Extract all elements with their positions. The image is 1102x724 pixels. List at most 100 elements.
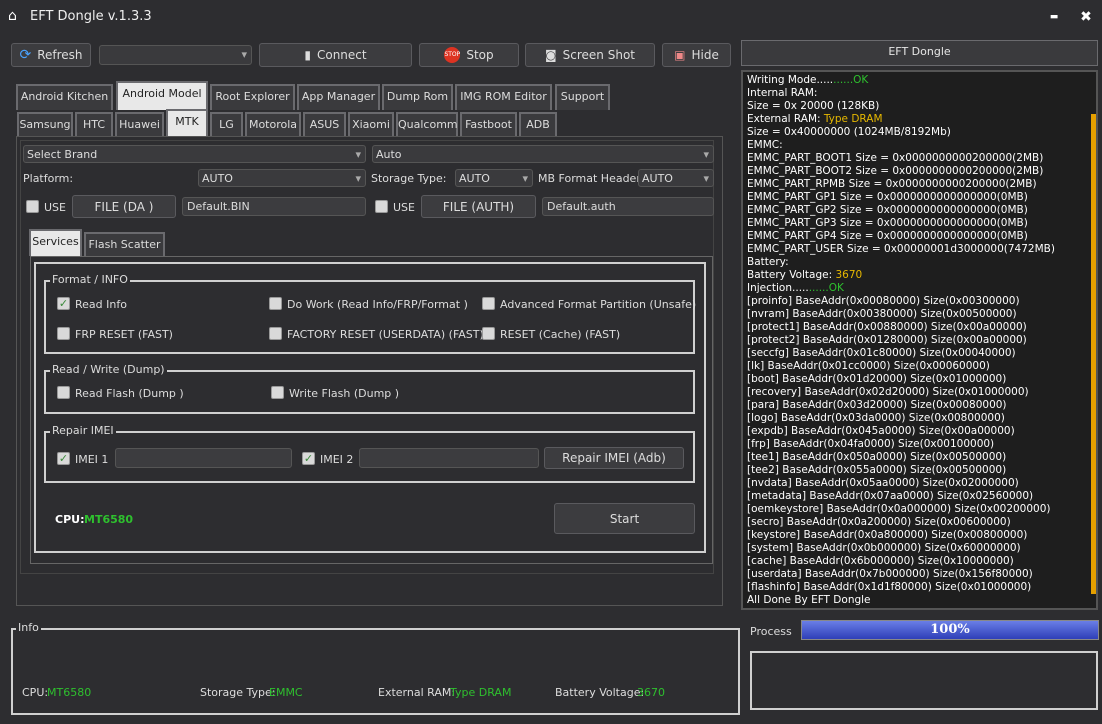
close-button[interactable]: ✖ — [1074, 6, 1098, 28]
progress-bar: 100% — [801, 620, 1099, 640]
refresh-button[interactable]: ⟳ Refresh — [11, 43, 91, 67]
reset-cache-checkbox[interactable] — [482, 327, 495, 340]
process-output — [750, 651, 1098, 710]
advanced-format-checkbox[interactable] — [482, 297, 495, 310]
log-text: [flashinfo] BaseAddr(0x1d1f80000) Size(0… — [747, 581, 1032, 593]
format-info-title: Format / INFO — [50, 273, 130, 286]
log-text: [system] BaseAddr(0x0b000000) Size(0x600… — [747, 542, 1021, 554]
imei1-checkbox[interactable]: ✓ — [57, 452, 70, 465]
brand-tab-mtk[interactable]: MTK — [166, 109, 208, 136]
frp-reset-checkbox[interactable] — [57, 327, 70, 340]
imei1-input[interactable] — [115, 448, 292, 468]
do-work-checkbox[interactable] — [269, 297, 282, 310]
log-line: [lk] BaseAddr(0x01cc0000) Size(0x0006000… — [747, 360, 1092, 373]
log-text: [logo] BaseAddr(0x03da0000) Size(0x00800… — [747, 412, 1005, 424]
log-text: [tee1] BaseAddr(0x050a0000) Size(0x00500… — [747, 451, 1007, 463]
connect-button[interactable]: ▮ Connect — [259, 43, 412, 67]
log-line: [metadata] BaseAddr(0x07aa0000) Size(0x0… — [747, 490, 1092, 503]
tab-android-kitchen[interactable]: Android Kitchen — [16, 84, 113, 110]
log-view[interactable]: Writing Mode...........OK Internal RAM: Si… — [741, 70, 1098, 610]
read-flash-checkbox[interactable] — [57, 386, 70, 399]
write-flash-checkbox[interactable] — [271, 386, 284, 399]
usb-icon: ▮ — [304, 48, 311, 62]
frp-reset-label: FRP RESET (FAST) — [75, 328, 173, 341]
tab-root-explorer[interactable]: Root Explorer — [210, 84, 295, 110]
window-title: EFT Dongle v.1.3.3 — [30, 9, 152, 24]
repair-imei-button[interactable]: Repair IMEI (Adb) — [544, 447, 684, 469]
factory-reset-checkbox[interactable] — [269, 327, 282, 340]
da-file-field[interactable]: Default.BIN — [182, 197, 366, 216]
do-work-label: Do Work (Read Info/FRP/Format ) — [287, 298, 468, 311]
log-text: EMMC_PART_GP2 Size = 0x0000000000000000(… — [747, 204, 1028, 216]
file-auth-button[interactable]: FILE (AUTH) — [421, 195, 536, 218]
brand-tab-motorola[interactable]: Motorola — [245, 112, 301, 136]
cpu-value: MT6580 — [84, 513, 134, 526]
log-line: [logo] BaseAddr(0x03da0000) Size(0x00800… — [747, 412, 1092, 425]
log-line: [recovery] BaseAddr(0x02d20000) Size(0x0… — [747, 386, 1092, 399]
log-lines: Writing Mode...........OK Internal RAM: Si… — [743, 72, 1096, 608]
brand-tab-adb[interactable]: ADB — [519, 112, 557, 136]
auto-select[interactable]: Auto — [372, 145, 714, 164]
log-line: [nvram] BaseAddr(0x00380000) Size(0x0050… — [747, 308, 1092, 321]
read-info-checkbox[interactable]: ✓ — [57, 297, 70, 310]
log-status: ......OK — [833, 74, 869, 86]
platform-select[interactable]: AUTO — [198, 169, 366, 188]
imei2-checkbox[interactable]: ✓ — [302, 452, 315, 465]
log-text: External RAM: — [747, 113, 824, 125]
log-text: [nvram] BaseAddr(0x00380000) Size(0x0050… — [747, 308, 1017, 320]
log-line: [userdata] BaseAddr(0x7b000000) Size(0x1… — [747, 568, 1092, 581]
subtab-services[interactable]: Services — [29, 229, 82, 256]
minimize-button[interactable]: ▬ — [1042, 6, 1066, 28]
stop-button[interactable]: STOP Stop — [419, 43, 519, 67]
tab-android-model[interactable]: Android Model — [116, 81, 208, 110]
log-line: EMMC_PART_RPMB Size = 0x0000000000200000… — [747, 178, 1092, 191]
log-line: Battery Voltage: 3670 — [747, 269, 1092, 282]
storage-type-select[interactable]: AUTO — [455, 169, 533, 188]
brand-tab-samsung[interactable]: Samsung — [17, 112, 73, 136]
file-da-button[interactable]: FILE (DA ) — [72, 195, 176, 218]
log-line: [secro] BaseAddr(0x0a200000) Size(0x0060… — [747, 516, 1092, 529]
brand-tab-lg[interactable]: LG — [210, 112, 243, 136]
use-auth-label: USE — [393, 201, 415, 214]
use-auth-checkbox[interactable] — [375, 200, 388, 213]
repair-imei-title: Repair IMEI — [50, 424, 116, 437]
mb-format-select[interactable]: AUTO — [638, 169, 714, 188]
port-select[interactable] — [99, 45, 252, 65]
log-text: [oemkeystore] BaseAddr(0x0a000000) Size(… — [747, 503, 1051, 515]
tab-support[interactable]: Support — [555, 84, 610, 110]
tab-img-rom-editor[interactable]: IMG ROM Editor — [455, 84, 552, 110]
brand-tab-huawei[interactable]: Huawei — [115, 112, 164, 136]
log-text: All Done By EFT Dongle — [747, 594, 871, 606]
log-text: EMMC_PART_GP1 Size = 0x0000000000000000(… — [747, 191, 1028, 203]
use-da-checkbox[interactable] — [26, 200, 39, 213]
format-info-group — [44, 280, 695, 354]
log-text: EMMC_PART_BOOT1 Size = 0x000000000020000… — [747, 152, 1044, 164]
read-flash-label: Read Flash (Dump ) — [75, 387, 184, 400]
imei2-input[interactable] — [359, 448, 539, 468]
brand-tab-qualcomm[interactable]: Qualcomm — [396, 112, 458, 136]
tab-dump-rom[interactable]: Dump Rom — [382, 84, 453, 110]
use-da-label: USE — [44, 201, 66, 214]
log-text: Battery Voltage: — [747, 269, 836, 281]
log-text: [recovery] BaseAddr(0x02d20000) Size(0x0… — [747, 386, 1029, 398]
brand-tab-asus[interactable]: ASUS — [303, 112, 346, 136]
log-line: EMMC_PART_GP4 Size = 0x0000000000000000(… — [747, 230, 1092, 243]
log-scrollbar[interactable] — [1091, 114, 1096, 594]
info-title: Info — [16, 621, 41, 634]
hide-button[interactable]: ▣ Hide — [662, 43, 731, 67]
log-text: [metadata] BaseAddr(0x07aa0000) Size(0x0… — [747, 490, 1034, 502]
brand-tab-xiaomi[interactable]: Xiaomi — [348, 112, 394, 136]
info-cpu-value: MT6580 — [47, 686, 92, 699]
tab-app-manager[interactable]: App Manager — [297, 84, 380, 110]
auth-file-field[interactable]: Default.auth — [542, 197, 714, 216]
subtab-flash-scatter[interactable]: Flash Scatter — [84, 232, 165, 256]
log-text: Size = 0x40000000 (1024MB/8192Mb) — [747, 126, 951, 138]
log-text: [nvdata] BaseAddr(0x05aa0000) Size(0x020… — [747, 477, 1019, 489]
factory-reset-label: FACTORY RESET (USERDATA) (FAST) — [287, 328, 484, 341]
brand-tab-htc[interactable]: HTC — [75, 112, 113, 136]
brand-select[interactable]: Select Brand — [23, 145, 366, 164]
start-button[interactable]: Start — [554, 503, 695, 534]
brand-tab-fastboot[interactable]: Fastboot — [460, 112, 517, 136]
screenshot-button[interactable]: ◙ Screen Shot — [525, 43, 655, 67]
log-text: EMMC_PART_GP3 Size = 0x0000000000000000(… — [747, 217, 1028, 229]
